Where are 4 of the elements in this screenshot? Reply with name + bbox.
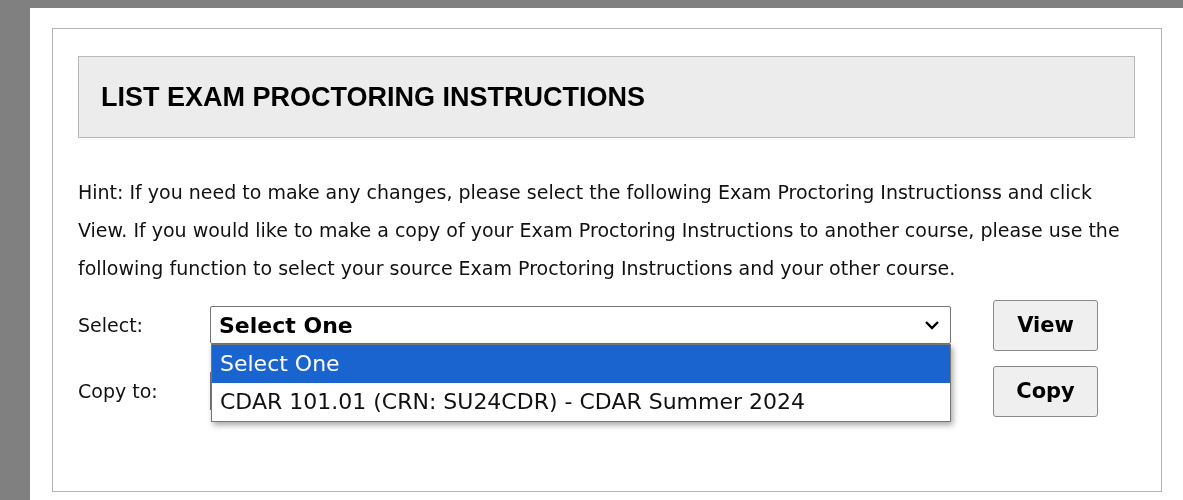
copy-label: Copy to: xyxy=(78,380,159,402)
select-label: Select: xyxy=(78,314,144,336)
page-title: LIST EXAM PROCTORING INSTRUCTIONS xyxy=(101,81,646,113)
hint-text: Hint: If you need to make any changes, please select the following Exam Proctoring Instructionss and click View. If you would like to make a copy of your Exam Proctoring Instructions to another course, please use the following function to select your source Exam Proctoring Instructions and your other course. xyxy=(78,180,1121,281)
